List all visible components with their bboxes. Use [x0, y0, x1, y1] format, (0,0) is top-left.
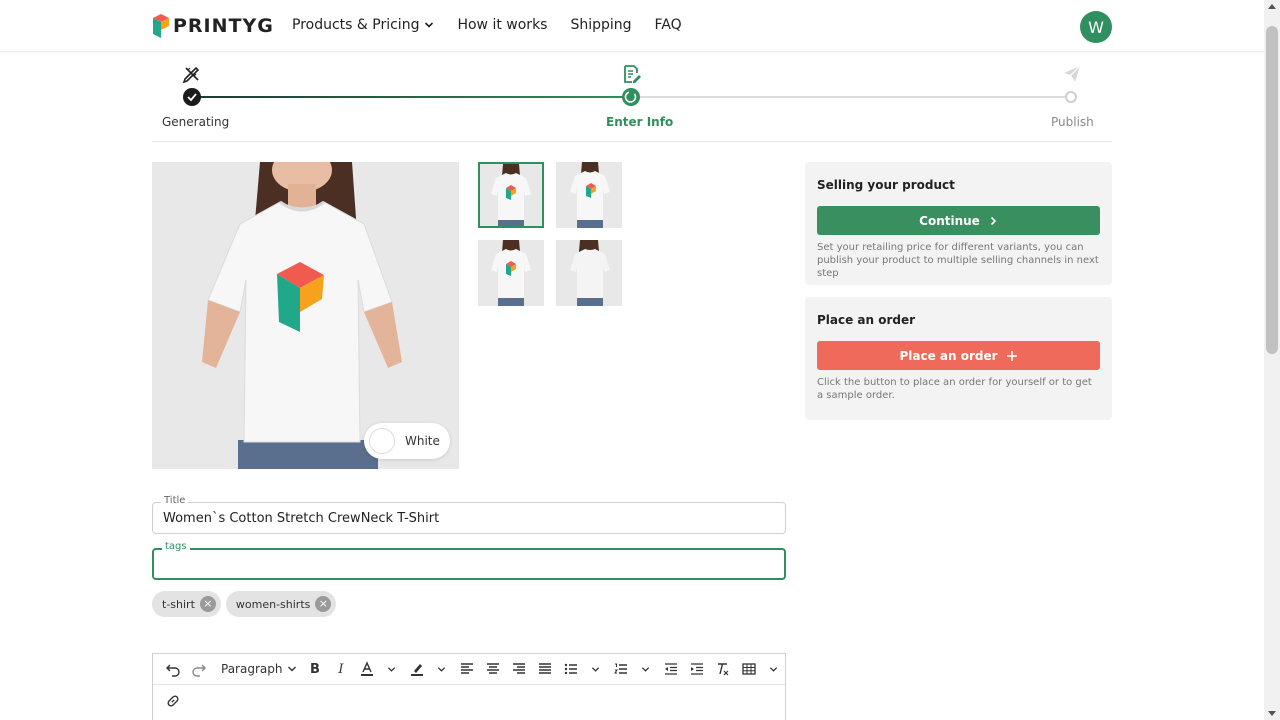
bold-icon[interactable]: B: [303, 657, 327, 681]
highlight-dropdown-icon[interactable]: [429, 657, 453, 681]
link-icon[interactable]: [161, 689, 185, 713]
selling-card-note: Set your retailing price for different v…: [817, 242, 1099, 279]
tag-chip-label: t-shirt: [162, 597, 195, 611]
table-icon[interactable]: [737, 657, 761, 681]
avatar-initial: W: [1088, 17, 1104, 37]
step-generating-dot: [183, 88, 201, 106]
step-line-pending: [632, 96, 1072, 98]
tags-field-label: tags: [162, 541, 190, 552]
clear-format-icon[interactable]: [711, 657, 735, 681]
main-nav: Products & Pricing How it works Shipping…: [292, 17, 682, 33]
order-card-note: Click the button to place an order for y…: [817, 377, 1092, 401]
order-card: Place an order Place an order Click the …: [805, 297, 1112, 420]
thumbnail-front[interactable]: [478, 162, 544, 228]
align-right-icon[interactable]: [507, 657, 531, 681]
highlight-icon[interactable]: [405, 657, 429, 681]
title-field: Title: [152, 495, 786, 534]
nav-how-it-works[interactable]: How it works: [457, 17, 547, 33]
nav-faq[interactable]: FAQ: [655, 17, 682, 33]
continue-button[interactable]: Continue: [817, 206, 1100, 235]
nav-products-pricing-label: Products & Pricing: [292, 17, 420, 33]
step-label-generating[interactable]: Generating: [162, 115, 229, 129]
step-enter-info-dot: [622, 88, 640, 106]
logo-text: PRINTYG: [173, 15, 274, 37]
editor-toolbar: Paragraph B I: [153, 654, 785, 685]
tag-chip-label: women-shirts: [235, 597, 311, 611]
align-justify-icon[interactable]: [533, 657, 557, 681]
editor-toolbar-row2: [153, 685, 785, 716]
selling-card-title: Selling your product: [817, 178, 955, 192]
user-avatar[interactable]: W: [1080, 11, 1112, 43]
progress-stepper: Generating Enter Info Publish: [152, 60, 1112, 142]
remove-tag-icon[interactable]: ×: [199, 596, 216, 612]
align-left-icon[interactable]: [455, 657, 479, 681]
place-order-button-label: Place an order: [899, 348, 998, 363]
thumbnail-back[interactable]: [556, 240, 622, 306]
scroll-up-icon[interactable]: [1268, 4, 1276, 9]
nav-shipping[interactable]: Shipping: [570, 17, 631, 33]
undo-icon[interactable]: [161, 657, 185, 681]
remove-tag-icon[interactable]: ×: [315, 596, 332, 612]
tags-input[interactable]: [164, 558, 764, 573]
redo-icon[interactable]: [187, 657, 211, 681]
paper-plane-icon: [1062, 64, 1082, 84]
numbered-list-icon[interactable]: [609, 657, 633, 681]
align-center-icon[interactable]: [481, 657, 505, 681]
indent-icon[interactable]: [685, 657, 709, 681]
plus-icon: [1006, 350, 1017, 361]
italic-icon[interactable]: I: [329, 657, 353, 681]
nav-how-it-works-label: How it works: [457, 17, 548, 33]
checkmark-icon: [187, 93, 197, 102]
description-editor: Paragraph B I: [152, 653, 786, 720]
order-card-title: Place an order: [817, 313, 916, 327]
chevron-down-icon: [425, 22, 434, 28]
tag-chip: women-shirts ×: [225, 591, 337, 617]
scroll-thumb[interactable]: [1266, 26, 1278, 354]
document-edit-icon: [622, 64, 642, 84]
color-selector[interactable]: White: [364, 423, 450, 459]
tag-chip-list: t-shirt × women-shirts ×: [152, 591, 337, 617]
thumbnail-closeup[interactable]: [478, 240, 544, 306]
tags-field: tags: [152, 541, 786, 580]
thumbnail-angle[interactable]: [556, 162, 622, 228]
step-publish-dot: [1065, 91, 1077, 103]
nav-faq-label: FAQ: [654, 17, 682, 33]
nav-products-pricing[interactable]: Products & Pricing: [292, 17, 434, 33]
continue-button-label: Continue: [919, 213, 980, 228]
chevron-down-icon: [288, 666, 296, 672]
spinner-icon: [624, 91, 637, 103]
block-format-value: Paragraph: [221, 662, 283, 676]
ruler-pencil-icon: [182, 64, 202, 84]
top-header: PRINTYG Products & Pricing How it works …: [0, 0, 1264, 52]
bullet-list-dropdown-icon[interactable]: [583, 657, 607, 681]
text-color-dropdown-icon[interactable]: [379, 657, 403, 681]
table-dropdown-icon[interactable]: [761, 657, 785, 681]
page-scrollbar[interactable]: [1264, 0, 1280, 720]
text-color-icon[interactable]: [355, 657, 379, 681]
step-line-complete: [192, 96, 632, 98]
place-order-button[interactable]: Place an order: [817, 341, 1100, 370]
bullet-list-icon[interactable]: [559, 657, 583, 681]
nav-shipping-label: Shipping: [570, 17, 632, 33]
logo-mark-icon: [152, 13, 170, 39]
selling-card: Selling your product Continue Set your r…: [805, 162, 1112, 285]
tag-chip: t-shirt ×: [152, 591, 221, 617]
scroll-down-icon[interactable]: [1268, 711, 1276, 716]
title-input[interactable]: [163, 511, 763, 526]
numbered-list-dropdown-icon[interactable]: [633, 657, 657, 681]
step-label-publish[interactable]: Publish: [1051, 115, 1094, 129]
step-label-enter-info[interactable]: Enter Info: [606, 115, 673, 129]
color-name: White: [405, 434, 440, 448]
chevron-right-icon: [990, 216, 996, 225]
color-swatch-white: [369, 428, 395, 454]
block-format-select[interactable]: Paragraph: [213, 657, 301, 681]
outdent-icon[interactable]: [659, 657, 683, 681]
logo[interactable]: PRINTYG: [152, 13, 274, 39]
title-field-label: Title: [161, 495, 189, 506]
